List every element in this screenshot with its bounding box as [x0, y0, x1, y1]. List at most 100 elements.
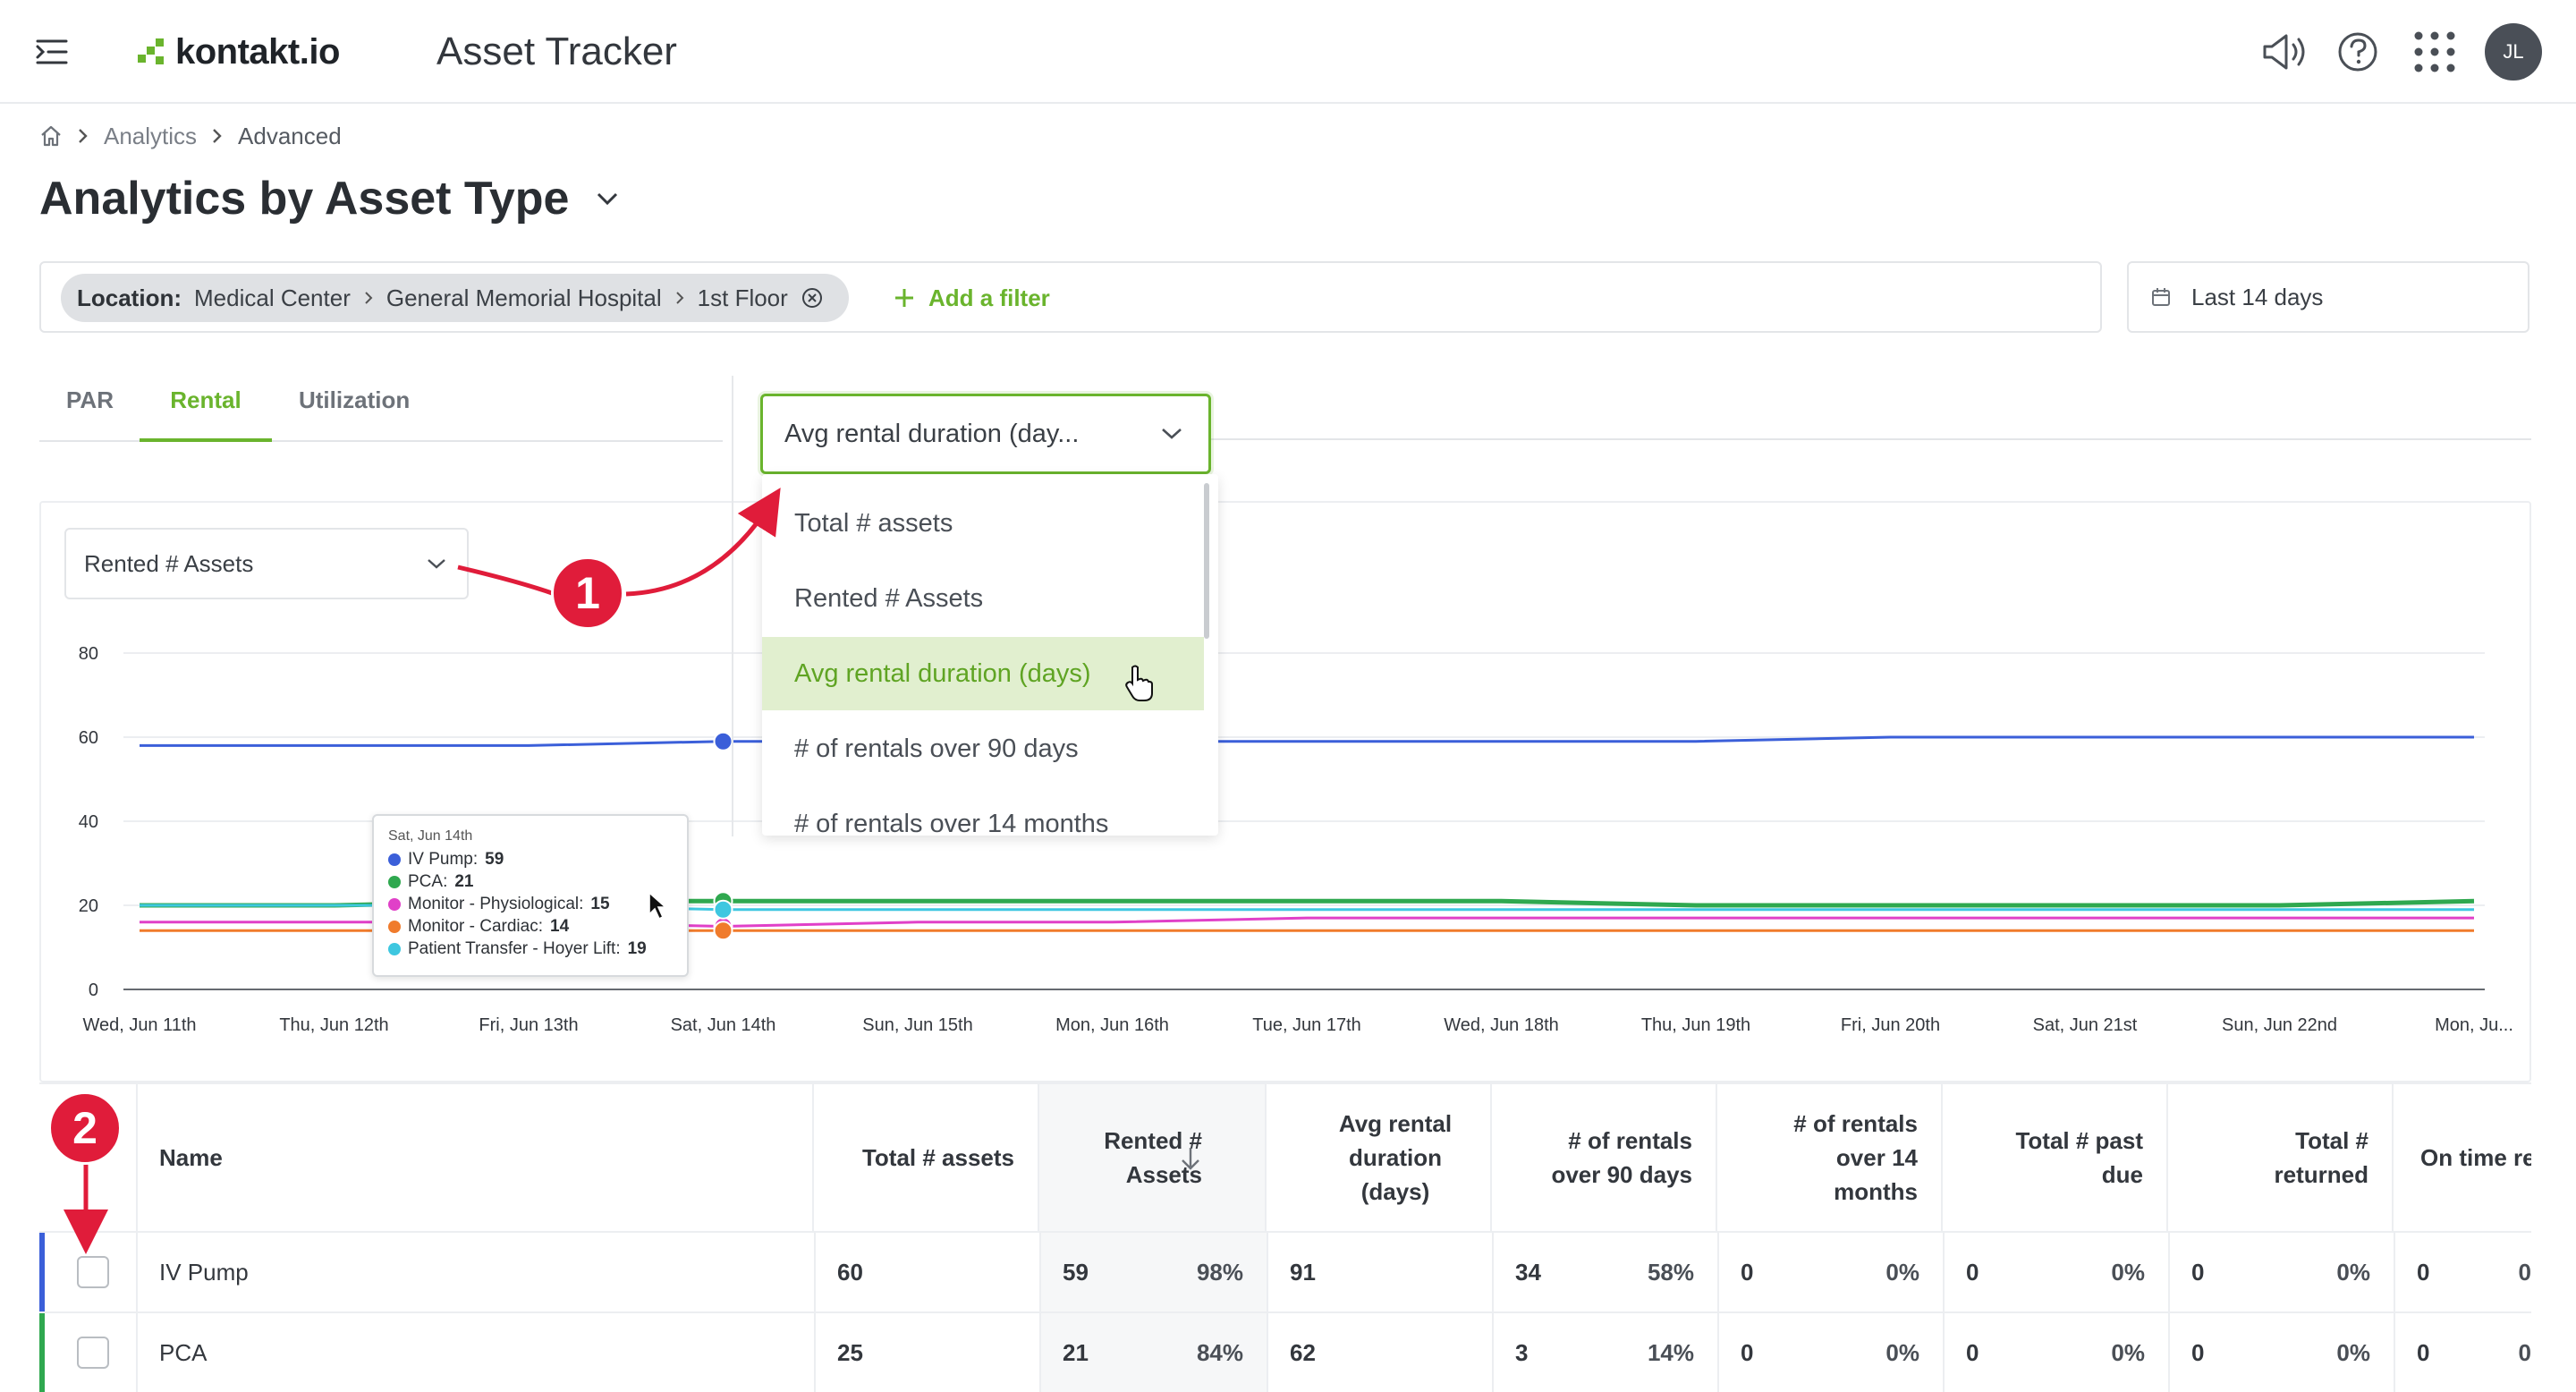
divider	[2394, 1231, 2395, 1392]
col-header-total-returned-label: Total # returned	[2274, 1127, 2368, 1188]
cell-total: 25	[837, 1338, 863, 1366]
cell-name: PCA	[159, 1338, 208, 1366]
table-row[interactable]: PCA 25 21 84% 62 3 14% 0 0% 0 0% 0 0% 0 0	[39, 1311, 2531, 1392]
col-header-rentals-over-14-label: # of rentals over 14 months	[1793, 1110, 1918, 1205]
cell-avg: 62	[1290, 1338, 1316, 1366]
tooltip-date: Sat, Jun 14th	[388, 828, 473, 844]
series-select-value: Rented # Assets	[84, 549, 254, 577]
cell-name: IV Pump	[159, 1258, 249, 1286]
cell-returned-pct: 0%	[2336, 1258, 2370, 1286]
x-tick-label: Thu, Jun 12th	[279, 1015, 388, 1035]
cell-ontime-pct: 0	[2518, 1338, 2531, 1366]
tooltip-series-name: Monitor - Cardiac:	[408, 916, 543, 936]
y-tick-label: 40	[79, 812, 98, 832]
series-color-dot	[388, 875, 401, 888]
cell-rented-pct: 98%	[1196, 1258, 1243, 1286]
divider	[1943, 1231, 1945, 1392]
chevron-down-icon	[428, 559, 445, 569]
table-row[interactable]: IV Pump 60 59 98% 91 34 58% 0 0% 0 0% 0 0% 0 0	[39, 1231, 2531, 1311]
y-tick-label: 20	[79, 896, 98, 916]
y-tick-label: 60	[79, 728, 98, 748]
data-point-marker[interactable]	[713, 899, 733, 920]
col-header-avg-rental-duration-label: Avg rental duration (days)	[1338, 1110, 1453, 1205]
cell-over90-pct: 14%	[1647, 1338, 1694, 1366]
divider	[1267, 1231, 1268, 1392]
x-tick-label: Sun, Jun 22nd	[2222, 1015, 2337, 1035]
metric-select[interactable]: Avg rental duration (day...	[760, 394, 1211, 474]
tooltip-series-name: PCA:	[408, 871, 448, 891]
annotation-badge-1: 1	[551, 556, 624, 630]
series-color-dot	[388, 942, 401, 955]
tooltip-row: Monitor - Physiological: 15	[388, 893, 673, 915]
hand-cursor-icon	[1125, 665, 1153, 701]
divider	[2168, 1231, 2170, 1392]
tooltip-series-name: Monitor - Physiological:	[408, 894, 584, 913]
menu-scrollbar[interactable]	[1204, 483, 1209, 639]
series-line[interactable]	[140, 735, 2474, 747]
menu-item-rentals-over-90-days[interactable]: # of rentals over 90 days	[762, 712, 1204, 785]
divider	[1039, 1231, 1041, 1392]
tooltip-series-name: IV Pump:	[408, 849, 479, 869]
tooltip-row: IV Pump: 59	[388, 848, 673, 870]
col-header-total-assets[interactable]: Total # assets	[814, 1084, 1039, 1231]
cell-over14-pct: 0%	[1885, 1258, 1919, 1286]
menu-item-rentals-over-14-months[interactable]: # of rentals over 14 months	[762, 787, 1204, 836]
tooltip-row: Monitor - Cardiac: 14	[388, 915, 673, 938]
col-header-rentals-over-90-label: # of rentals over 90 days	[1551, 1127, 1692, 1188]
col-header-name[interactable]: Name	[136, 1084, 814, 1231]
x-tick-label: Mon, Ju...	[2435, 1015, 2513, 1035]
col-header-total-past-due-label: Total # past due	[2015, 1127, 2143, 1188]
series-select[interactable]: Rented # Assets	[64, 528, 469, 599]
col-header-rentals-over-14[interactable]: # of rentals over 14 months	[1717, 1084, 1943, 1231]
divider	[814, 1231, 816, 1392]
x-tick-label: Fri, Jun 13th	[479, 1015, 578, 1035]
x-tick-label: Wed, Jun 11th	[82, 1015, 196, 1035]
col-header-on-time-returns[interactable]: On time retur	[2394, 1084, 2531, 1231]
row-checkbox[interactable]	[77, 1256, 109, 1288]
x-tick-label: Sat, Jun 21st	[2033, 1015, 2138, 1035]
x-tick-label: Thu, Jun 19th	[1641, 1015, 1750, 1035]
col-header-rented-assets[interactable]: Rented # Assets	[1039, 1084, 1267, 1231]
divider	[1717, 1231, 1719, 1392]
x-tick-label: Tue, Jun 17th	[1252, 1015, 1361, 1035]
sort-desc-icon[interactable]	[1179, 1145, 1202, 1172]
col-header-rentals-over-90[interactable]: # of rentals over 90 days	[1492, 1084, 1717, 1231]
data-point-marker[interactable]	[713, 731, 733, 751]
cell-total: 60	[837, 1258, 863, 1286]
data-point-marker[interactable]	[713, 921, 733, 941]
divider	[1492, 1231, 1494, 1392]
tooltip-series-name: Patient Transfer - Hoyer Lift:	[408, 938, 621, 958]
tooltip-series-value: 21	[454, 871, 474, 891]
cell-pastdue-pct: 0%	[2111, 1258, 2145, 1286]
tooltip-series-value: 59	[485, 849, 504, 869]
annotation-badge-2: 2	[48, 1091, 122, 1165]
series-color-dot	[388, 853, 401, 866]
series-color-dot	[388, 897, 401, 911]
cell-over90-pct: 58%	[1647, 1258, 1694, 1286]
mouse-cursor-icon	[648, 891, 668, 921]
y-tick-label: 0	[89, 980, 98, 1000]
cell-pastdue-pct: 0%	[2111, 1338, 2145, 1366]
tooltip-series-value: 19	[627, 938, 647, 958]
chart-tooltip: Sat, Jun 14th IV Pump: 59 PCA: 21 Monitor - …	[372, 814, 689, 977]
metric-dropdown-menu: Total # assets Rented # Assets Avg renta…	[762, 474, 1218, 836]
cell-returned-pct: 0%	[2336, 1338, 2370, 1366]
col-header-total-past-due[interactable]: Total # past due	[1943, 1084, 2168, 1231]
x-tick-label: Fri, Jun 20th	[1841, 1015, 1940, 1035]
col-header-total-returned[interactable]: Total # returned	[2168, 1084, 2394, 1231]
chevron-down-icon	[1162, 429, 1182, 439]
col-header-avg-rental-duration[interactable]: Avg rental duration (days)	[1267, 1084, 1492, 1231]
series-color-bar	[39, 1313, 45, 1392]
menu-item-rented-assets[interactable]: Rented # Assets	[762, 562, 1204, 635]
row-checkbox[interactable]	[77, 1337, 109, 1369]
menu-item-total-assets[interactable]: Total # assets	[762, 487, 1204, 560]
tooltip-series-value: 14	[550, 916, 570, 936]
x-tick-label: Wed, Jun 18th	[1444, 1015, 1559, 1035]
cell-rented-pct: 84%	[1196, 1338, 1243, 1366]
cell-avg: 91	[1290, 1258, 1316, 1286]
divider	[732, 376, 733, 836]
data-table: Name Total # assets Rented # Assets Avg …	[39, 1082, 2531, 1392]
cell-ontime-pct: 0	[2518, 1258, 2531, 1286]
series-color-bar	[39, 1233, 45, 1311]
x-tick-label: Sun, Jun 15th	[862, 1015, 972, 1035]
